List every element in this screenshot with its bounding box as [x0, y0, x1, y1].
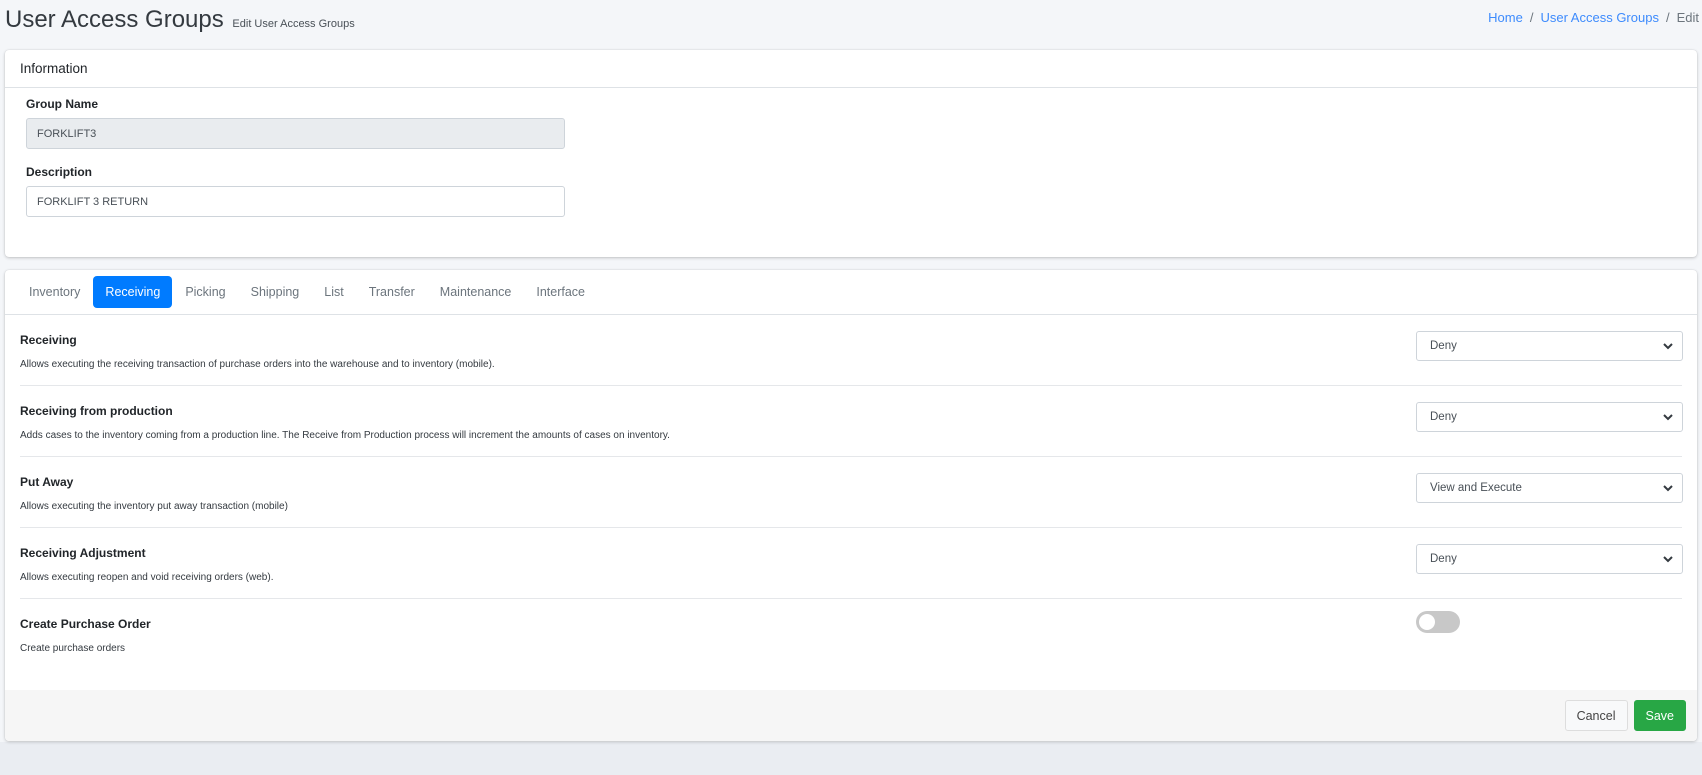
group-name-label: Group Name: [26, 97, 99, 111]
select-value: Deny: [1430, 411, 1457, 423]
permission-row-create-purchase-order: Create Purchase Order Create purchase or…: [20, 599, 1682, 670]
information-title: Information: [20, 61, 88, 76]
save-button[interactable]: Save: [1633, 700, 1686, 731]
page-title: User Access Groups Edit User Access Grou…: [5, 6, 355, 34]
permission-list: Receiving Allows executing the receiving…: [5, 315, 1697, 670]
tab-receiving[interactable]: Receiving: [93, 276, 173, 308]
put-away-select[interactable]: View and Execute: [1416, 473, 1683, 503]
description-label: Description: [26, 165, 93, 179]
cancel-button[interactable]: Cancel: [1564, 700, 1628, 731]
permission-description: Adds cases to the inventory coming from …: [20, 430, 670, 441]
permission-row-receiving-from-production: Receiving from production Adds cases to …: [20, 386, 1683, 457]
permission-description: Allows executing the inventory put away …: [20, 501, 288, 512]
breadcrumb-separator: /: [1529, 10, 1534, 25]
permission-row-receiving: Receiving Allows executing the receiving…: [20, 315, 1683, 386]
select-value: View and Execute: [1430, 482, 1522, 494]
chevron-down-icon: [1663, 485, 1673, 492]
tab-list[interactable]: List: [312, 276, 355, 308]
tab-inventory[interactable]: Inventory: [17, 276, 92, 308]
chevron-down-icon: [1663, 414, 1673, 421]
page-title-text: User Access Groups: [5, 6, 224, 33]
permission-title: Receiving: [20, 333, 77, 347]
page-background: [0, 742, 1702, 775]
breadcrumb-separator: /: [1665, 10, 1670, 25]
breadcrumb-home[interactable]: Home: [1488, 10, 1523, 25]
permission-title: Create Purchase Order: [20, 617, 151, 631]
permissions-card: Inventory Receiving Picking Shipping Lis…: [5, 270, 1697, 741]
permission-row-put-away: Put Away Allows executing the inventory …: [20, 457, 1683, 528]
group-name-input[interactable]: FORKLIFT3: [26, 118, 565, 149]
tab-interface[interactable]: Interface: [524, 276, 597, 308]
permission-title: Receiving from production: [20, 404, 173, 418]
receiving-from-production-select[interactable]: Deny: [1416, 402, 1683, 432]
create-purchase-order-toggle[interactable]: [1416, 611, 1460, 633]
group-name-group: Group Name FORKLIFT3: [26, 97, 565, 149]
permission-title: Put Away: [20, 475, 74, 489]
permission-description: Allows executing the receiving transacti…: [20, 359, 495, 370]
breadcrumb: Home / User Access Groups / Edit: [1488, 10, 1699, 25]
breadcrumb-current: Edit: [1676, 10, 1699, 25]
content-header: User Access Groups Edit User Access Grou…: [0, 0, 1702, 44]
tab-transfer[interactable]: Transfer: [357, 276, 427, 308]
description-value: FORKLIFT 3 RETURN: [37, 195, 149, 208]
chevron-down-icon: [1663, 556, 1673, 563]
information-card: Information Group Name FORKLIFT3 Descrip…: [5, 50, 1697, 257]
toggle-knob: [1419, 614, 1435, 630]
receiving-permission-select[interactable]: Deny: [1416, 331, 1683, 361]
page-subtitle: Edit User Access Groups: [232, 18, 355, 30]
group-name-value: FORKLIFT3: [37, 127, 97, 140]
permission-description: Create purchase orders: [20, 643, 126, 654]
chevron-down-icon: [1663, 343, 1673, 350]
breadcrumb-user-access-groups[interactable]: User Access Groups: [1540, 10, 1659, 25]
tab-maintenance[interactable]: Maintenance: [428, 276, 524, 308]
description-group: Description FORKLIFT 3 RETURN: [26, 165, 565, 217]
permission-row-receiving-adjustment: Receiving Adjustment Allows executing re…: [20, 528, 1683, 599]
tab-picking[interactable]: Picking: [173, 276, 237, 308]
select-value: Deny: [1430, 340, 1457, 352]
tab-shipping[interactable]: Shipping: [239, 276, 312, 308]
description-input[interactable]: FORKLIFT 3 RETURN: [26, 186, 565, 217]
permission-description: Allows executing reopen and void receivi…: [20, 572, 274, 583]
card-footer: Cancel Save: [5, 690, 1697, 741]
permission-tabs: Inventory Receiving Picking Shipping Lis…: [5, 270, 1697, 315]
receiving-adjustment-select[interactable]: Deny: [1416, 544, 1683, 574]
permission-title: Receiving Adjustment: [20, 546, 146, 560]
select-value: Deny: [1430, 553, 1457, 565]
information-card-header: Information: [5, 50, 1697, 88]
